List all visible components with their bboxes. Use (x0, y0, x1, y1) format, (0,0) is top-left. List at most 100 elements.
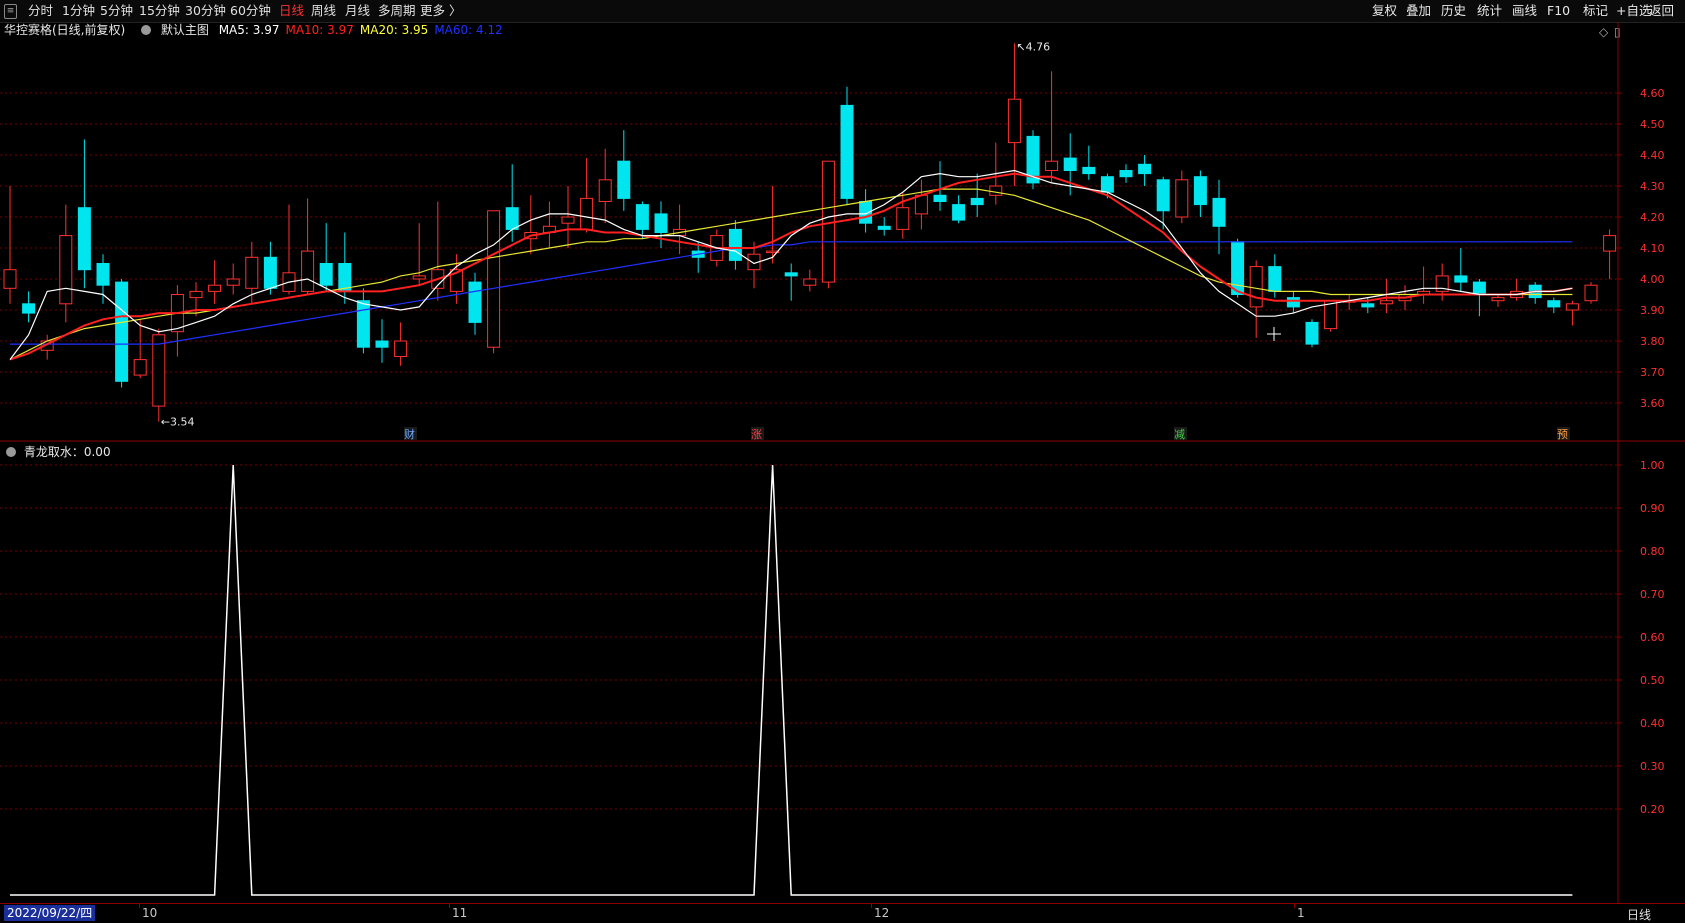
candle-body (1286, 297, 1300, 308)
price-tick-label: 4.60 (1640, 87, 1665, 100)
candle-body (952, 204, 966, 221)
price-tick-label: 3.70 (1640, 366, 1665, 379)
candle-body (226, 278, 240, 286)
candle-body (1007, 98, 1021, 144)
candle (952, 195, 966, 224)
event-tag: 涨 (751, 428, 762, 441)
candle (449, 254, 463, 304)
candle-body (1361, 303, 1375, 308)
candle (338, 232, 352, 304)
candle (635, 201, 649, 239)
candle-body (1379, 300, 1393, 305)
price-tick-label: 4.20 (1640, 211, 1665, 224)
candle-body (989, 185, 1003, 196)
candle-body (1175, 179, 1189, 218)
candle (1491, 294, 1505, 307)
candle (394, 322, 408, 366)
candle (1417, 266, 1431, 304)
date-axis: 2022/09/22/四 10 11 12 1 日线 (0, 903, 1685, 923)
candle-body (877, 225, 891, 230)
price-tick-label: 4.00 (1640, 273, 1665, 286)
price-tick-label: 4.10 (1640, 242, 1665, 255)
candle (542, 201, 556, 248)
candle-body (115, 281, 129, 382)
candle-body (1305, 321, 1319, 345)
candle (77, 139, 91, 289)
candle (859, 189, 873, 233)
candle-body (152, 334, 166, 407)
price-tick-label: 3.60 (1640, 397, 1665, 410)
candle-body (654, 213, 668, 233)
candle (1584, 282, 1598, 304)
month-tick-label: 10 (142, 906, 158, 920)
candle-body (263, 256, 277, 289)
candle (356, 288, 370, 354)
candle (877, 217, 891, 236)
price-tick-label: 3.90 (1640, 304, 1665, 317)
candle (598, 148, 612, 224)
candle-body (914, 194, 928, 215)
candle-body (598, 179, 612, 203)
candle-body (375, 340, 389, 348)
candle (1454, 248, 1468, 292)
candle (1156, 176, 1170, 230)
candle (1472, 279, 1486, 317)
candle (133, 319, 147, 379)
chart-canvas[interactable]: 4.60 4.50 4.40 4.30 4.20 4.10 4.00 3.90 3.80 3.70… (0, 0, 1685, 922)
event-tag: 预 (1557, 428, 1568, 441)
candle (1082, 145, 1096, 180)
candle-body (394, 340, 408, 357)
candle-body (784, 272, 798, 277)
candle (561, 186, 575, 248)
month-tick-mark (871, 904, 872, 908)
candle-body (1584, 284, 1598, 302)
candle (1286, 291, 1300, 314)
candle-body (1547, 300, 1561, 308)
candle-body (1063, 157, 1077, 172)
candle-body (1156, 179, 1170, 212)
candle (1305, 319, 1319, 348)
candle-body (1491, 297, 1505, 302)
candle (1138, 155, 1152, 186)
candle-body (728, 228, 742, 261)
candle (1603, 229, 1617, 279)
candle-body (933, 194, 947, 203)
candle (1193, 170, 1207, 217)
price-tick-label: 4.50 (1640, 118, 1665, 131)
candle-body (3, 269, 17, 289)
candle (487, 210, 501, 354)
candle-body (356, 300, 370, 348)
candle (3, 186, 17, 304)
candle (914, 179, 928, 230)
sub-tick-label: 0.40 (1640, 717, 1665, 730)
candle-body (96, 263, 110, 286)
candle (22, 291, 36, 323)
candle-body (840, 104, 854, 199)
sub-tick-label: 0.20 (1640, 803, 1665, 816)
candle-body (1193, 176, 1207, 206)
candle-body (1082, 166, 1096, 175)
candle-body (803, 278, 817, 286)
candle-body (1212, 197, 1226, 227)
candle-body (896, 207, 910, 230)
sub-tick-label: 0.60 (1640, 631, 1665, 644)
period-label[interactable]: 日线 (1627, 906, 1651, 923)
event-tag: 财 (404, 427, 415, 441)
sub-tick-label: 0.50 (1640, 674, 1665, 687)
month-tick-mark (1294, 904, 1295, 908)
candle-body (412, 275, 426, 280)
candle (840, 86, 854, 205)
candle (412, 223, 426, 286)
month-tick-label: 12 (874, 906, 890, 920)
candle (1510, 279, 1524, 301)
sub-tick-label: 0.90 (1640, 502, 1665, 515)
candle (1324, 300, 1338, 332)
candle (580, 158, 594, 233)
candle (524, 195, 538, 255)
candle-body (1231, 241, 1245, 296)
candle (152, 328, 166, 422)
sub-tick-label: 0.30 (1640, 760, 1665, 773)
candle (59, 204, 73, 323)
candle-body (487, 210, 501, 348)
candle-body (245, 256, 259, 289)
